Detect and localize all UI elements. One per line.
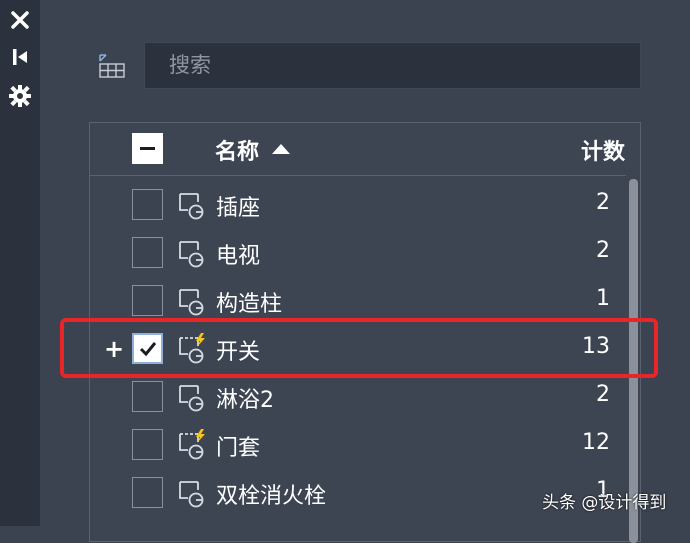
row-checkbox[interactable] <box>132 477 163 508</box>
row-checkbox[interactable] <box>132 285 163 316</box>
column-header-name[interactable]: 名称 <box>215 134 259 166</box>
row-count: 12 <box>582 430 610 455</box>
row-count: 2 <box>596 382 610 407</box>
block-icon <box>176 284 210 318</box>
highlight-box <box>60 318 658 378</box>
column-header-count[interactable]: 计数 <box>581 134 625 166</box>
block-icon <box>176 476 210 510</box>
row-count: 1 <box>596 286 610 311</box>
row-checkbox[interactable] <box>132 189 163 220</box>
row-checkbox[interactable] <box>132 381 163 412</box>
select-all-checkbox[interactable] <box>132 133 163 164</box>
pin-panel-icon[interactable] <box>6 43 34 71</box>
block-library-icon[interactable] <box>96 52 126 80</box>
sort-ascending-icon <box>272 144 290 154</box>
close-icon[interactable] <box>6 6 34 34</box>
row-name: 电视 <box>216 244 261 269</box>
tool-strip <box>0 0 40 526</box>
row-name: 插座 <box>216 196 261 221</box>
row-name: 淋浴2 <box>216 388 274 413</box>
row-count: 2 <box>596 190 610 215</box>
row-name: 双栓消火栓 <box>216 484 327 509</box>
table-row[interactable]: 电视 2 <box>90 229 626 277</box>
table-row[interactable]: 插座 2 <box>90 181 626 229</box>
table-header: 名称 计数 <box>90 123 640 176</box>
block-icon <box>176 236 210 270</box>
row-count: 2 <box>596 238 610 263</box>
table-row[interactable]: 淋浴2 2 <box>90 373 626 421</box>
row-name: 门套 <box>216 436 261 461</box>
dynamic-block-icon <box>176 428 210 462</box>
row-checkbox[interactable] <box>132 237 163 268</box>
table-row[interactable]: 门套 12 <box>90 421 626 469</box>
search-input[interactable]: 搜索 <box>144 42 641 89</box>
settings-icon[interactable] <box>6 82 34 110</box>
row-checkbox[interactable] <box>132 429 163 460</box>
block-icon <box>176 188 210 222</box>
row-name: 构造柱 <box>216 292 283 317</box>
watermark: 头条 @设计得到 <box>542 493 667 513</box>
block-icon <box>176 380 210 414</box>
